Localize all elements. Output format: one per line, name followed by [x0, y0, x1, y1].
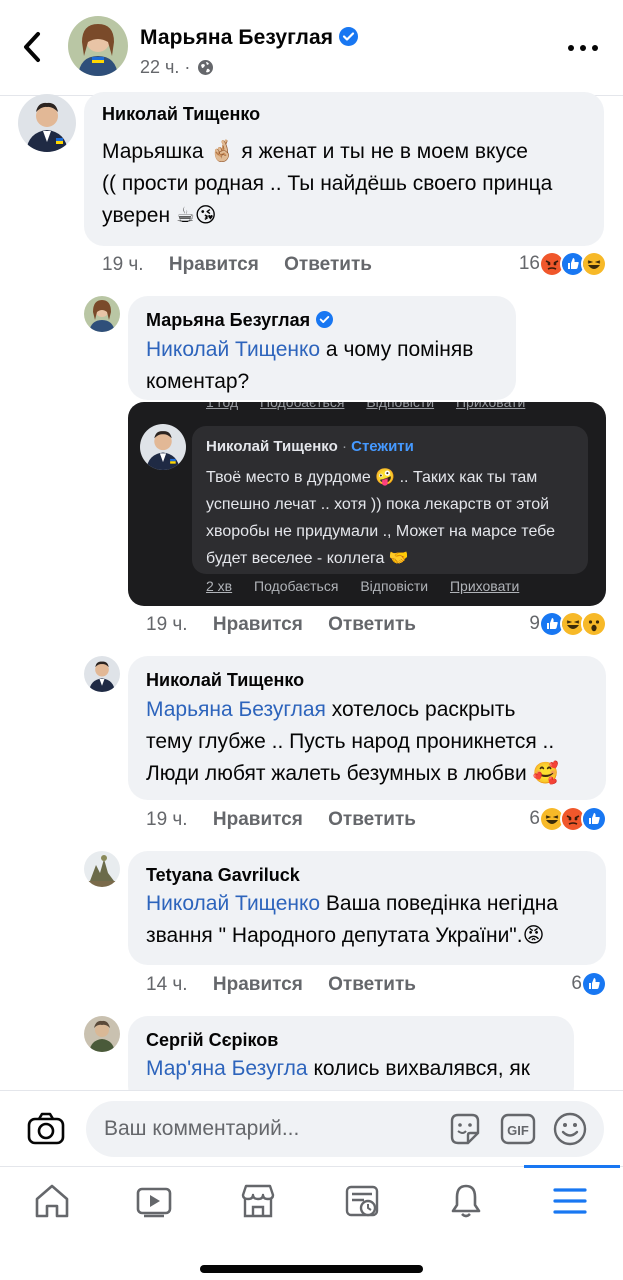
- comment-text: Николай Тищенко Ваша поведінка негідна з…: [146, 892, 558, 947]
- comment-time[interactable]: 19 ч.: [146, 614, 188, 635]
- gif-button[interactable]: GIF: [500, 1113, 536, 1145]
- reaction-summary[interactable]: 6: [571, 970, 607, 998]
- svg-text:GIF: GIF: [507, 1123, 529, 1138]
- author-name[interactable]: Марьяна Безуглая: [140, 26, 359, 50]
- reaction-summary[interactable]: 9: [529, 610, 607, 638]
- like-reaction-icon: [581, 971, 607, 997]
- camera-icon: [27, 1112, 65, 1145]
- verified-badge-icon: [339, 27, 359, 46]
- avatar[interactable]: [84, 1016, 120, 1052]
- author-avatar[interactable]: [68, 16, 128, 76]
- embedded-top-actions: 1 год Подобається Відповісти Приховати: [206, 402, 526, 410]
- avatar[interactable]: [18, 94, 76, 152]
- like-reaction-icon: [581, 806, 607, 832]
- like-button[interactable]: Нравится: [213, 974, 303, 995]
- avatar[interactable]: [84, 851, 120, 887]
- gif-icon: GIF: [500, 1113, 536, 1145]
- comment-text: Мар'яна Безугла колись вихвалявся, як: [146, 1057, 530, 1080]
- post-meta: 22 ч. ·: [140, 57, 214, 78]
- more-options-button[interactable]: [565, 38, 601, 58]
- comment-actions: 19 ч. Нравится Ответить: [102, 254, 392, 276]
- home-indicator: [200, 1265, 423, 1273]
- bottom-tab-bar: [0, 1165, 623, 1280]
- comment-time[interactable]: 19 ч.: [102, 254, 144, 275]
- tab-watch[interactable]: [128, 1179, 180, 1223]
- mention-link[interactable]: Мар'яна Безугла: [146, 1057, 308, 1080]
- mention-link[interactable]: Николай Тищенко: [146, 892, 320, 915]
- avatar[interactable]: [84, 656, 120, 692]
- comment-author[interactable]: Сергій Сєріков: [146, 1030, 278, 1051]
- mention-link[interactable]: Марьяна Безуглая: [146, 698, 326, 721]
- post-header: Марьяна Безуглая 22 ч. ·: [0, 0, 623, 96]
- like-button[interactable]: Нравится: [213, 809, 303, 830]
- emoji-icon: [553, 1112, 587, 1146]
- tab-notifications[interactable]: [440, 1179, 492, 1223]
- tab-news[interactable]: [336, 1179, 388, 1223]
- tab-marketplace[interactable]: [232, 1179, 284, 1223]
- comment-author[interactable]: Tetyana Gavriluck: [146, 865, 300, 886]
- comment-text: Марьяна Безуглая хотелось раскрыть тему …: [146, 698, 559, 785]
- verified-badge-icon: [316, 311, 334, 328]
- reply-button[interactable]: Ответить: [328, 809, 416, 830]
- comment-actions: 14 ч. Нравится Ответить: [146, 974, 436, 996]
- reply-button[interactable]: Ответить: [328, 974, 416, 995]
- reaction-count: 16: [518, 253, 540, 274]
- watch-icon: [136, 1187, 172, 1218]
- comment-time[interactable]: 14 ч.: [146, 974, 188, 995]
- tab-menu[interactable]: [544, 1179, 596, 1223]
- menu-icon: [553, 1188, 587, 1214]
- wow-reaction-icon: [581, 611, 607, 637]
- embedded-actions: 2 хв Подобається Відповісти Приховати: [206, 578, 520, 594]
- back-button[interactable]: [18, 30, 48, 64]
- globe-icon: [198, 60, 214, 75]
- mention-link[interactable]: Николай Тищенко: [146, 338, 320, 361]
- like-button[interactable]: Нравится: [169, 254, 259, 275]
- reply-button[interactable]: Ответить: [284, 254, 372, 275]
- camera-button[interactable]: [26, 1111, 66, 1147]
- active-tab-indicator: [524, 1165, 620, 1168]
- marketplace-icon: [241, 1184, 275, 1218]
- comment-author[interactable]: Марьяна Безуглая: [146, 310, 334, 331]
- reaction-summary[interactable]: 16: [519, 250, 607, 278]
- chevron-left-icon: [24, 32, 40, 62]
- sticker-button[interactable]: [446, 1111, 484, 1149]
- comment-author[interactable]: Николай Тищенко: [146, 670, 304, 691]
- comment-text: Марьяшка 🤞🏼 я женат и ты не в моем вкусе…: [102, 140, 553, 227]
- notifications-icon: [451, 1184, 481, 1218]
- news-icon: [345, 1185, 379, 1217]
- comment-text: Николай Тищенко а чому поміняв коментар?: [146, 338, 474, 393]
- sticker-icon: [450, 1113, 480, 1145]
- comment-author[interactable]: Николай Тищенко: [102, 104, 260, 125]
- comment-time[interactable]: 19 ч.: [146, 809, 188, 830]
- embedded-author: Николай Тищенко · Стежити: [206, 438, 414, 455]
- embedded-text: Твоё место в дурдоме 🤪 .. Таких как ты т…: [206, 469, 556, 567]
- like-button[interactable]: Нравится: [213, 614, 303, 635]
- home-icon: [35, 1184, 69, 1218]
- embedded-comment-bubble: Николай Тищенко · Стежити Твоё место в д…: [192, 426, 588, 574]
- post-time[interactable]: 22 ч.: [140, 57, 179, 77]
- comment-actions: 19 ч. Нравится Ответить: [146, 809, 436, 831]
- comment-actions: 19 ч. Нравится Ответить: [146, 614, 436, 636]
- embedded-screenshot: 1 год Подобається Відповісти Приховати Н…: [128, 402, 606, 606]
- avatar: [140, 424, 186, 470]
- reaction-summary[interactable]: 6: [529, 805, 607, 833]
- reply-button[interactable]: Ответить: [328, 614, 416, 635]
- avatar[interactable]: [84, 296, 120, 332]
- comment-composer: GIF: [0, 1090, 623, 1166]
- tab-home[interactable]: [26, 1179, 78, 1223]
- haha-reaction-icon: [581, 251, 607, 277]
- emoji-button[interactable]: [552, 1111, 588, 1147]
- more-icon: [568, 45, 598, 51]
